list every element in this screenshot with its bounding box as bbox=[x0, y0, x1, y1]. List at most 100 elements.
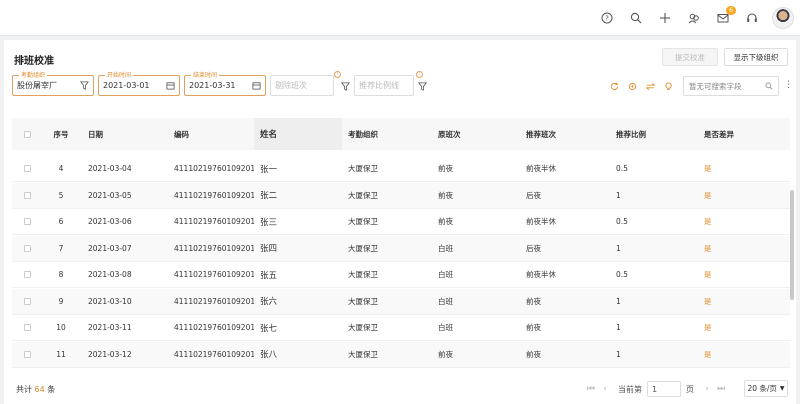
row-date: 2021-03-07 bbox=[88, 243, 132, 253]
start-date-value: 2021-03-01 bbox=[103, 81, 150, 90]
pagination: ⏮ ‹ 当前第 1 页 › ⏭ bbox=[584, 380, 728, 398]
header-orig-shift[interactable]: 原班次 bbox=[432, 129, 520, 140]
total-suffix: 条 bbox=[47, 385, 56, 394]
table-row[interactable]: 9 2021-03-10 411102197601092017 张六 大厦保卫 白班 前夜 1… bbox=[12, 288, 790, 315]
row-org: 大厦保卫 bbox=[348, 164, 378, 173]
row-idx: 10 bbox=[56, 323, 66, 332]
header-diff[interactable]: 是否差异 bbox=[698, 129, 788, 140]
row-checkbox[interactable] bbox=[12, 297, 42, 305]
settings-icon[interactable] bbox=[628, 82, 637, 91]
row-diff[interactable]: 是 bbox=[698, 322, 788, 333]
row-code: 411102197601092017 bbox=[174, 270, 254, 279]
first-page-icon[interactable]: ⏮ bbox=[584, 384, 598, 394]
calendar-icon[interactable] bbox=[166, 81, 175, 90]
row-name: 张一 bbox=[260, 164, 278, 175]
row-idx: 8 bbox=[58, 270, 64, 279]
header-code[interactable]: 编码 bbox=[166, 129, 254, 140]
row-org: 大厦保卫 bbox=[348, 296, 378, 306]
next-page-icon[interactable]: › bbox=[700, 384, 714, 394]
table-row[interactable]: 6 2021-03-06 411102197601092017 张三 大厦保卫 前夜 前夜半… bbox=[12, 209, 790, 235]
row-checkbox[interactable] bbox=[12, 271, 42, 278]
row-diff[interactable]: 是 bbox=[698, 243, 788, 254]
row-idx: 6 bbox=[58, 217, 64, 226]
row-diff[interactable]: 是 bbox=[698, 190, 788, 201]
search-icon[interactable] bbox=[765, 82, 773, 90]
refresh-icon[interactable] bbox=[610, 82, 619, 91]
start-date-filter[interactable]: 开始时间 2021-03-01 bbox=[98, 70, 180, 96]
row-date: 2021-03-12 bbox=[88, 349, 132, 359]
row-date: 2021-03-08 bbox=[88, 270, 132, 279]
row-date: 2021-03-05 bbox=[88, 190, 132, 200]
search-icon[interactable] bbox=[630, 12, 642, 24]
row-checkbox[interactable] bbox=[12, 218, 42, 225]
header-name[interactable]: 姓名 bbox=[254, 118, 342, 150]
row-checkbox[interactable] bbox=[12, 324, 42, 331]
row-diff[interactable]: 是 bbox=[698, 269, 788, 280]
table-row[interactable]: 7 2021-03-07 411102197601092017 张四 大厦保卫 白班 后夜 1… bbox=[12, 235, 790, 262]
last-page-icon[interactable]: ⏭ bbox=[714, 384, 728, 394]
remove-shift-filter[interactable]: 剔除班次 bbox=[270, 75, 334, 96]
select-all-checkbox[interactable] bbox=[12, 130, 42, 138]
table-row[interactable]: 5 2021-03-05 411102197601092017 张二 大厦保卫 前夜 后夜 1… bbox=[12, 182, 790, 209]
header-org[interactable]: 考勤组织 bbox=[342, 129, 432, 140]
swap-icon[interactable] bbox=[646, 82, 655, 91]
users-icon[interactable] bbox=[688, 12, 700, 24]
row-diff[interactable]: 是 bbox=[698, 163, 788, 174]
row-orig-shift: 白班 bbox=[438, 296, 453, 306]
headset-icon[interactable] bbox=[746, 12, 758, 24]
page-size-select[interactable]: 20 条/页 ▼ bbox=[744, 380, 788, 397]
header-rec-shift[interactable]: 推荐班次 bbox=[520, 129, 610, 140]
table-row[interactable]: 10 2021-03-11 411102197601092017 张七 大厦保卫 白班 前夜… bbox=[12, 315, 790, 341]
row-rec-shift: 前夜 bbox=[526, 296, 541, 306]
funnel-icon[interactable] bbox=[80, 81, 89, 90]
mail-badge: 6 bbox=[726, 5, 736, 15]
row-ratio: 0.5 bbox=[616, 164, 628, 173]
prev-page-icon[interactable]: ‹ bbox=[598, 384, 612, 394]
start-date-label: 开始时间 bbox=[105, 70, 134, 79]
total-number: 64 bbox=[34, 385, 45, 394]
row-checkbox[interactable] bbox=[12, 191, 42, 199]
row-rec-shift: 前夜半休 bbox=[526, 164, 556, 173]
avatar[interactable] bbox=[772, 6, 794, 29]
chevron-down-icon: ▼ bbox=[779, 385, 785, 392]
row-idx: 4 bbox=[58, 164, 64, 173]
end-date-value: 2021-03-31 bbox=[189, 81, 236, 90]
end-date-filter[interactable]: 结束时间 2021-03-31 bbox=[184, 70, 266, 96]
page-number-input[interactable]: 1 bbox=[647, 381, 681, 397]
row-diff[interactable]: 是 bbox=[698, 216, 788, 227]
submit-calibration-button[interactable]: 提交校准 bbox=[662, 48, 718, 66]
table-scrollbar[interactable] bbox=[790, 190, 794, 300]
ratio-line-filter[interactable]: 推荐比例线 bbox=[354, 75, 414, 96]
header-date[interactable]: 日期 bbox=[80, 129, 166, 140]
help-icon[interactable]: ? bbox=[601, 12, 613, 24]
funnel-icon[interactable] bbox=[418, 82, 427, 91]
mail-icon[interactable]: 6 bbox=[717, 5, 736, 24]
warning-icon: ! bbox=[416, 71, 423, 78]
lightbulb-icon[interactable] bbox=[664, 82, 673, 91]
table-row[interactable]: 11 2021-03-12 411102197601092017 张八 大厦保卫 前夜 前夜… bbox=[12, 341, 790, 368]
funnel-icon[interactable] bbox=[341, 82, 350, 91]
table-row[interactable]: 8 2021-03-08 411102197601092017 张五 大厦保卫 白班 前夜半… bbox=[12, 262, 790, 288]
row-diff[interactable]: 是 bbox=[698, 296, 788, 307]
row-ratio: 1 bbox=[616, 190, 621, 200]
show-sub-org-button[interactable]: 显示下级组织 bbox=[724, 48, 788, 66]
calendar-icon[interactable] bbox=[252, 81, 261, 90]
row-name: 张六 bbox=[260, 297, 278, 307]
row-checkbox[interactable] bbox=[12, 244, 42, 252]
main-card: 排班校准 提交校准 显示下级组织 考勤组织 股份屠宰厂 开始时间 2021-03… bbox=[4, 40, 796, 404]
header-idx[interactable]: 序号 bbox=[42, 129, 80, 140]
search-input[interactable]: 暂无可搜索字段 bbox=[683, 76, 779, 96]
plus-icon[interactable] bbox=[659, 12, 671, 24]
org-filter[interactable]: 考勤组织 股份屠宰厂 bbox=[12, 70, 94, 96]
total-prefix: 共计 bbox=[16, 385, 32, 394]
more-menu-icon[interactable]: ⋮ bbox=[784, 80, 793, 90]
row-rec-shift: 后夜 bbox=[526, 243, 541, 253]
table-row[interactable]: 4 2021-03-04 411102197601092017 张一 大厦保卫 前夜 前夜半… bbox=[12, 156, 790, 182]
row-rec-shift: 前夜半休 bbox=[526, 217, 556, 226]
row-checkbox[interactable] bbox=[12, 165, 42, 172]
row-orig-shift: 白班 bbox=[438, 270, 453, 279]
row-diff[interactable]: 是 bbox=[698, 349, 788, 360]
row-checkbox[interactable] bbox=[12, 350, 42, 358]
header-ratio[interactable]: 推荐比例 bbox=[610, 129, 698, 140]
row-ratio: 0.5 bbox=[616, 217, 628, 226]
